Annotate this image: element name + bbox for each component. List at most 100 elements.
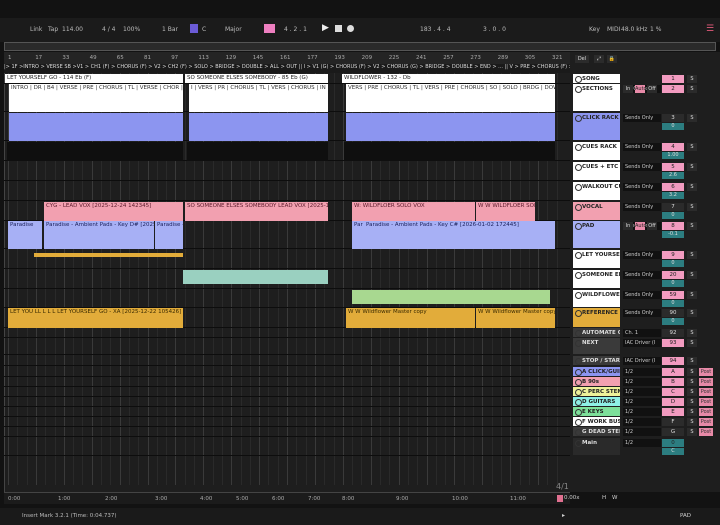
track-io-select[interactable]: 1/2: [623, 408, 661, 416]
track-io-select[interactable]: 1/2: [623, 388, 661, 396]
time-ruler[interactable]: 0:00 1:00 2:00 3:00 4:00 5:00 6:00 7:00 8:00 9:00…: [4, 492, 570, 504]
solo-button[interactable]: S: [687, 251, 697, 259]
track-header[interactable]: SONG: [573, 74, 620, 83]
track-header[interactable]: C PERC STEMS: [573, 387, 620, 396]
track-io-select[interactable]: 1/2: [623, 428, 661, 436]
cues-clip[interactable]: [187, 142, 328, 161]
expand-icon[interactable]: ⤢: [594, 55, 604, 63]
reference-clip[interactable]: LET YOU LL L L L LET YOURSELF GO - XA [2…: [8, 308, 183, 328]
track-volume[interactable]: A: [662, 368, 684, 376]
solo-button[interactable]: S: [687, 388, 697, 396]
track-lane[interactable]: [4, 377, 570, 387]
pad-button[interactable]: PAD: [680, 513, 691, 519]
solo-button[interactable]: S: [687, 163, 697, 171]
monitor-in[interactable]: In: [623, 85, 633, 93]
track-header[interactable]: F WORK BUS: [573, 417, 620, 426]
solo-button[interactable]: S: [687, 418, 697, 426]
track-lane[interactable]: [4, 367, 570, 377]
solo-button[interactable]: S: [687, 75, 697, 83]
track-volume[interactable]: E: [662, 408, 684, 416]
track-pan[interactable]: 3.2: [662, 192, 684, 199]
solo-button[interactable]: S: [687, 203, 697, 211]
midi-map-button[interactable]: MIDI: [607, 26, 620, 33]
stem-clip[interactable]: [352, 290, 550, 304]
track-header[interactable]: D GUITARS: [573, 397, 620, 406]
track-lane[interactable]: [4, 438, 570, 456]
track-volume[interactable]: 93: [662, 339, 684, 347]
menu-icon[interactable]: ☰: [706, 24, 714, 34]
stem-clip[interactable]: [183, 270, 328, 284]
solo-button[interactable]: S: [687, 309, 697, 317]
track-volume[interactable]: 20: [662, 271, 684, 279]
track-pan[interactable]: 0: [662, 260, 684, 267]
pad-clip[interactable]: Par P: [352, 221, 364, 249]
song-clip[interactable]: WILDFLOWER - 132 - Db: [342, 74, 555, 83]
track-header[interactable]: LET YOURSELF G: [573, 250, 620, 268]
zoom-value[interactable]: 0.00x: [564, 495, 580, 501]
track-header[interactable]: CUES RACK: [573, 142, 620, 160]
track-volume[interactable]: 3: [662, 114, 684, 122]
click-clip[interactable]: [346, 113, 555, 141]
solo-button[interactable]: S: [687, 114, 697, 122]
track-io-select[interactable]: Sends Only: [623, 114, 661, 122]
sections-clip[interactable]: I | VERS | PR | CHORUS | TL | VERS | CHO…: [189, 84, 328, 112]
vocal-clip[interactable]: W W WILDFLOER SOLO V: [476, 202, 535, 221]
solo-button[interactable]: S: [687, 329, 697, 337]
track-io-select[interactable]: 1/2: [623, 418, 661, 426]
cues-clip[interactable]: [7, 142, 183, 161]
track-pan[interactable]: 0: [662, 300, 684, 307]
pad-clip[interactable]: Paradise - Ambient Pads - Key D# [2025-1…: [44, 221, 154, 249]
track-lane[interactable]: [4, 162, 570, 181]
key-map-button[interactable]: Key: [589, 26, 600, 33]
track-header[interactable]: Main: [573, 438, 620, 455]
solo-button[interactable]: S: [687, 143, 697, 151]
vocal-clip[interactable]: SO SOMEONE ELSES SOMEBODY LEAD VOX [2025…: [185, 202, 328, 221]
post-button[interactable]: Post: [699, 378, 713, 386]
solo-button[interactable]: S: [687, 85, 697, 93]
track-header[interactable]: AUTOMATE ON: [573, 328, 620, 337]
reference-clip[interactable]: W W Wildflower Master copy: [476, 308, 555, 328]
solo-button[interactable]: S: [687, 222, 697, 230]
track-io-select[interactable]: 1/2: [623, 378, 661, 386]
track-volume[interactable]: D: [662, 398, 684, 406]
track-io-select[interactable]: Sends Only: [623, 251, 661, 259]
solo-button[interactable]: S: [687, 368, 697, 376]
track-volume[interactable]: 59: [662, 291, 684, 299]
track-io-select[interactable]: Ch. 1: [623, 329, 661, 337]
reference-clip[interactable]: W W Wildflower Master copy: [346, 308, 475, 328]
post-button[interactable]: Post: [699, 428, 713, 436]
cues-clip[interactable]: [344, 142, 555, 161]
monitor-auto[interactable]: Auto: [635, 85, 647, 93]
lock-icon[interactable]: 🔒: [607, 55, 617, 63]
track-pan[interactable]: 2.6: [662, 172, 684, 179]
track-io-select[interactable]: Sends Only: [623, 143, 661, 151]
track-pan[interactable]: 0: [662, 123, 684, 130]
track-pan[interactable]: 0: [662, 212, 684, 219]
track-header[interactable]: PAD: [573, 221, 620, 248]
track-io-select[interactable]: 1/2: [623, 368, 661, 376]
monitor-auto[interactable]: Auto: [635, 222, 647, 230]
track-io-select[interactable]: Sends Only: [623, 271, 661, 279]
track-lane[interactable]: [4, 328, 570, 338]
track-lane[interactable]: [4, 338, 570, 355]
track-lane[interactable]: [4, 407, 570, 417]
track-io-select[interactable]: IAC Driver (I: [623, 357, 661, 365]
song-clip[interactable]: SO SOMEONE ELSES SOMEBODY - 85 Eb (G): [185, 74, 328, 83]
midi-icon[interactable]: [557, 495, 563, 502]
pad-clip[interactable]: Paradise: [8, 221, 42, 249]
track-volume[interactable]: 2: [662, 85, 684, 93]
solo-button[interactable]: S: [687, 378, 697, 386]
post-button[interactable]: Post: [699, 398, 713, 406]
track-pan[interactable]: 1.00: [662, 152, 684, 159]
post-button[interactable]: Post: [699, 388, 713, 396]
solo-button[interactable]: S: [687, 357, 697, 365]
post-button[interactable]: Post: [699, 418, 713, 426]
track-io-select[interactable]: 1/2: [623, 398, 661, 406]
track-io-select[interactable]: 1/2: [623, 439, 661, 447]
sections-clip[interactable]: VERS | PRE | CHORUS | TL | VERS | PRE | …: [346, 84, 555, 112]
solo-button[interactable]: S: [687, 291, 697, 299]
track-volume[interactable]: 6: [662, 183, 684, 191]
track-volume[interactable]: 5: [662, 163, 684, 171]
track-io-select[interactable]: Sends Only: [623, 163, 661, 171]
solo-button[interactable]: S: [687, 398, 697, 406]
